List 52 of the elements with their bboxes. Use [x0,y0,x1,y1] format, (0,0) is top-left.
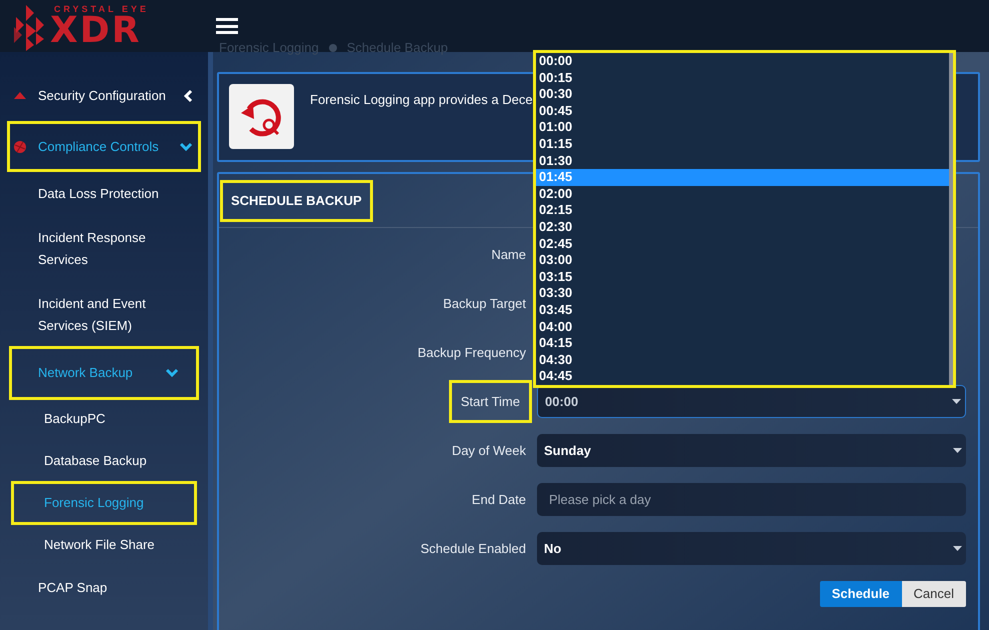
time-option[interactable]: 00:00 [536,53,949,70]
field-label: Start Time [448,380,532,424]
time-option[interactable]: 02:00 [536,186,949,202]
sidebar-item[interactable]: Incident and Event Services (SIEM) [9,282,199,348]
sidebar-item[interactable]: Network Backup [9,346,199,400]
select-field[interactable]: No [537,532,966,565]
time-option[interactable]: 02:15 [536,202,949,219]
time-option[interactable]: 04:00 [536,318,949,336]
time-option[interactable]: 01:15 [536,136,949,153]
field-label: End Date [472,490,526,509]
sidebar-item[interactable]: BackupPC [11,397,197,441]
field-label: Schedule Enabled [420,540,526,558]
field-label: Backup Target [443,294,526,313]
time-option[interactable]: 01:00 [536,119,949,136]
caret-icon [952,399,961,404]
sidebar-item[interactable]: Incident Response Services [9,216,199,282]
sidebar-item[interactable]: PCAP Snap [9,566,199,610]
logo-wordmark: XDR [50,14,142,48]
sidebar-item[interactable]: Network File Share [11,523,197,567]
form-title: SCHEDULE BACKUP [220,180,373,222]
time-option[interactable]: 00:15 [536,70,949,86]
time-option[interactable]: 03:45 [536,302,949,318]
sidebar-item[interactable]: Database Backup [11,439,197,483]
sidebar-item[interactable]: Forensic Logging [11,481,197,525]
time-option[interactable]: 00:45 [536,102,949,120]
caret-icon [953,448,962,453]
time-option[interactable]: 01:30 [536,152,949,170]
select-field[interactable]: Sunday [537,434,966,467]
menu-icon[interactable] [216,17,238,35]
schedule-button[interactable]: Schedule [820,581,902,607]
logo-tagline: CRYSTAL EYE [54,4,149,14]
select-field[interactable]: 00:00 [537,385,966,418]
field-label: Day of Week [452,442,526,460]
sidebar-item[interactable]: Compliance Controls [7,121,201,172]
time-option[interactable]: 03:15 [536,268,949,286]
time-option[interactable]: 02:30 [536,218,949,236]
time-option[interactable]: 04:45 [536,368,949,385]
field-label: Name [491,246,526,264]
date-field[interactable]: Please pick a day [537,483,966,516]
time-option[interactable]: 00:30 [536,86,949,103]
caret-icon [953,546,962,551]
cancel-button[interactable]: Cancel [902,581,966,607]
time-option[interactable]: 04:30 [536,352,949,368]
sidebar-item[interactable]: Data Loss Protection [9,172,199,216]
info-text: Forensic Logging app provides a Dece [310,91,533,109]
field-label: Backup Frequency [418,344,526,362]
time-option[interactable]: 03:00 [536,252,949,269]
sidebar-item[interactable]: Security Configuration [7,70,201,121]
time-option[interactable]: 04:15 [536,335,949,352]
time-option[interactable]: 02:45 [536,236,949,252]
globe-icon [13,140,27,154]
time-option[interactable]: 03:30 [536,285,949,302]
